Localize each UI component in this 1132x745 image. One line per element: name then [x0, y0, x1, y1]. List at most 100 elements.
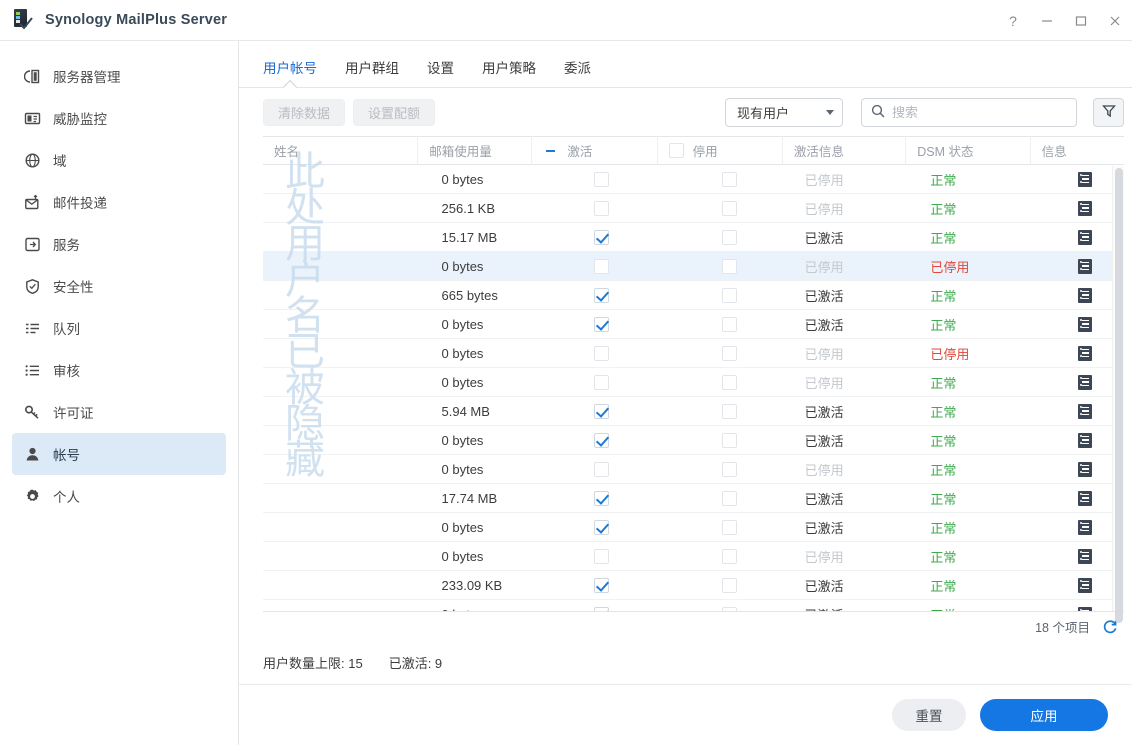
disabled-checkbox[interactable]: [722, 433, 737, 448]
table-row[interactable]: 256.1 KB已停用正常: [263, 194, 1124, 223]
column-header-usage[interactable]: 邮箱使用量: [418, 136, 532, 165]
user-filter-select[interactable]: 现有用户: [725, 98, 843, 127]
active-checkbox[interactable]: [594, 520, 609, 535]
minimize-button[interactable]: [1030, 0, 1064, 41]
active-checkbox[interactable]: [594, 259, 609, 274]
clear-data-button[interactable]: 清除数据: [263, 99, 345, 126]
table-scrollbar[interactable]: [1112, 166, 1124, 611]
sidebar-item-personal[interactable]: 个人: [12, 475, 226, 517]
sidebar-item-server-management[interactable]: 服务器管理: [12, 55, 226, 97]
table-row[interactable]: 0 bytes已停用已停用: [263, 252, 1124, 281]
disabled-checkbox[interactable]: [722, 346, 737, 361]
disabled-checkbox[interactable]: [722, 462, 737, 477]
cell-active[interactable]: [538, 165, 666, 194]
cell-disabled[interactable]: [666, 368, 794, 397]
tab-settings[interactable]: 设置: [427, 57, 454, 87]
table-row[interactable]: 0 bytes已停用正常: [263, 542, 1124, 571]
disabled-checkbox[interactable]: [722, 549, 737, 564]
tab-user-accounts[interactable]: 用户帐号: [263, 57, 317, 87]
cell-disabled[interactable]: [666, 252, 794, 281]
table-row[interactable]: 0 bytes已激活正常: [263, 600, 1124, 611]
table-row[interactable]: 0 bytes已停用正常: [263, 455, 1124, 484]
table-row[interactable]: 0 bytes已停用正常: [263, 368, 1124, 397]
active-checkbox[interactable]: [594, 288, 609, 303]
active-checkbox[interactable]: [594, 607, 609, 612]
cell-active[interactable]: [538, 397, 666, 426]
column-header-name[interactable]: 姓名: [263, 136, 418, 165]
reset-button[interactable]: 重置: [892, 699, 966, 731]
sidebar-item-threat-monitor[interactable]: 威胁监控: [12, 97, 226, 139]
disabled-checkbox[interactable]: [722, 317, 737, 332]
disabled-checkbox[interactable]: [722, 404, 737, 419]
active-checkbox[interactable]: [594, 317, 609, 332]
cell-disabled[interactable]: [666, 600, 794, 612]
cell-active[interactable]: [538, 252, 666, 281]
cell-disabled[interactable]: [666, 542, 794, 571]
info-list-icon[interactable]: [1078, 491, 1092, 506]
active-checkbox[interactable]: [594, 172, 609, 187]
cell-disabled[interactable]: [666, 281, 794, 310]
cell-disabled[interactable]: [666, 310, 794, 339]
disabled-checkbox[interactable]: [722, 607, 737, 612]
active-checkbox[interactable]: [594, 462, 609, 477]
active-checkbox[interactable]: [594, 375, 609, 390]
cell-disabled[interactable]: [666, 397, 794, 426]
table-row[interactable]: 0 bytes已停用正常: [263, 165, 1124, 194]
cell-disabled[interactable]: [666, 484, 794, 513]
tab-user-policy[interactable]: 用户策略: [482, 57, 536, 87]
disabled-checkbox[interactable]: [722, 230, 737, 245]
sidebar-item-account[interactable]: 帐号: [12, 433, 226, 475]
info-list-icon[interactable]: [1078, 317, 1092, 332]
info-list-icon[interactable]: [1078, 404, 1092, 419]
select-all-active-checkbox[interactable]: [543, 143, 558, 158]
cell-active[interactable]: [538, 339, 666, 368]
cell-active[interactable]: [538, 194, 666, 223]
cell-disabled[interactable]: [666, 223, 794, 252]
active-checkbox[interactable]: [594, 201, 609, 216]
column-header-dsm-status[interactable]: DSM 状态: [906, 136, 1030, 165]
sidebar-item-queue[interactable]: 队列: [12, 307, 226, 349]
disabled-checkbox[interactable]: [722, 375, 737, 390]
column-header-active[interactable]: 激活: [532, 136, 657, 165]
cell-disabled[interactable]: [666, 513, 794, 542]
info-list-icon[interactable]: [1078, 607, 1092, 612]
cell-disabled[interactable]: [666, 194, 794, 223]
table-row[interactable]: 233.09 KB已激活正常: [263, 571, 1124, 600]
select-all-disabled-checkbox[interactable]: [669, 143, 684, 158]
cell-disabled[interactable]: [666, 426, 794, 455]
disabled-checkbox[interactable]: [722, 578, 737, 593]
sidebar-item-audit[interactable]: 审核: [12, 349, 226, 391]
cell-active[interactable]: [538, 310, 666, 339]
active-checkbox[interactable]: [594, 404, 609, 419]
disabled-checkbox[interactable]: [722, 172, 737, 187]
active-checkbox[interactable]: [594, 491, 609, 506]
column-header-activation-info[interactable]: 激活信息: [783, 136, 906, 165]
help-button[interactable]: ?: [996, 0, 1030, 41]
info-list-icon[interactable]: [1078, 520, 1092, 535]
cell-disabled[interactable]: [666, 165, 794, 194]
cell-active[interactable]: [538, 542, 666, 571]
active-checkbox[interactable]: [594, 230, 609, 245]
table-row[interactable]: 665 bytes已激活正常: [263, 281, 1124, 310]
cell-active[interactable]: [538, 484, 666, 513]
info-list-icon[interactable]: [1078, 288, 1092, 303]
filter-button[interactable]: [1093, 98, 1124, 127]
cell-disabled[interactable]: [666, 455, 794, 484]
cell-active[interactable]: [538, 426, 666, 455]
disabled-checkbox[interactable]: [722, 288, 737, 303]
sidebar-item-mail-delivery[interactable]: 邮件投递: [12, 181, 226, 223]
sidebar-item-service[interactable]: 服务: [12, 223, 226, 265]
sidebar-item-security[interactable]: 安全性: [12, 265, 226, 307]
cell-active[interactable]: [538, 455, 666, 484]
info-list-icon[interactable]: [1078, 549, 1092, 564]
active-checkbox[interactable]: [594, 549, 609, 564]
disabled-checkbox[interactable]: [722, 491, 737, 506]
apply-button[interactable]: 应用: [980, 699, 1108, 731]
cell-active[interactable]: [538, 571, 666, 600]
cell-disabled[interactable]: [666, 339, 794, 368]
cell-disabled[interactable]: [666, 571, 794, 600]
info-list-icon[interactable]: [1078, 172, 1092, 187]
search-box[interactable]: [861, 98, 1077, 127]
sidebar-item-domain[interactable]: 域: [12, 139, 226, 181]
info-list-icon[interactable]: [1078, 230, 1092, 245]
